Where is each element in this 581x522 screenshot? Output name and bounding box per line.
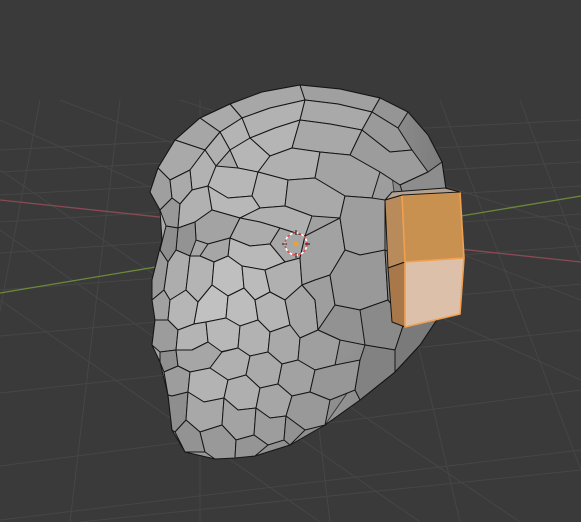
viewport-canvas[interactable] (0, 0, 581, 522)
selected-ear-faces[interactable] (384, 187, 465, 328)
3d-viewport[interactable] (0, 0, 581, 522)
